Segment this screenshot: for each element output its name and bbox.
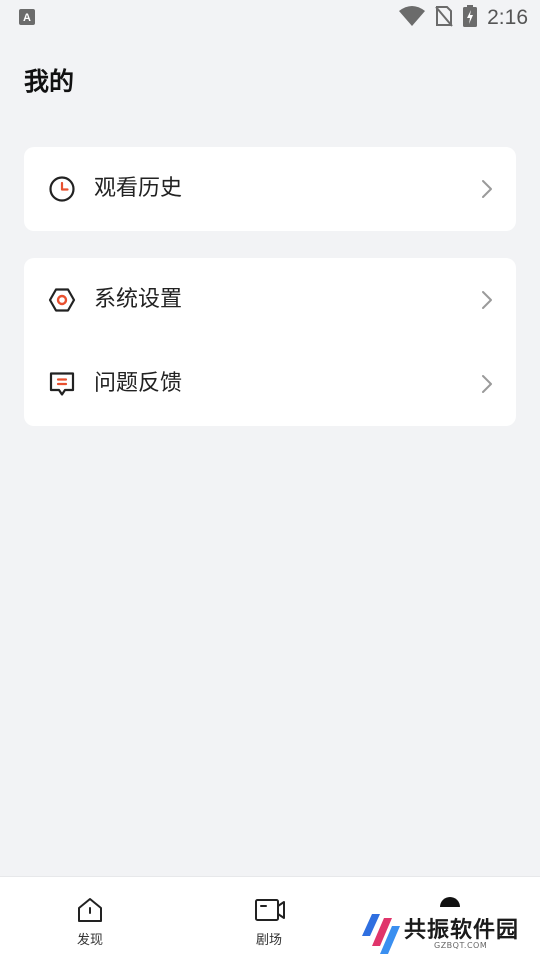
watermark-title: 共振软件园 [404,918,520,943]
svg-text:A: A [23,12,31,24]
clock-icon [48,175,76,203]
hexagon-settings-icon [48,286,76,314]
tab-label: 剧场 [255,933,282,948]
menu-item-history[interactable]: 观看历史 [24,147,516,231]
wifi-icon [399,6,426,30]
video-camera-icon [254,895,285,925]
menu-item-settings[interactable]: 系统设置 [24,258,516,342]
battery-charging-icon [463,5,478,31]
menu-item-feedback[interactable]: 问题反馈 [24,342,516,426]
page-title: 我的 [24,67,75,96]
message-feedback-icon [48,370,76,398]
watermark-subtitle: GZBQT.COM [434,941,488,950]
menu-item-label: 观看历史 [94,176,183,201]
home-icon [75,895,105,925]
tab-theater[interactable]: 剧场 [219,877,319,960]
screen: A 2:16 我的 观看历史 系统设置 问题反馈 发现 剧场 共振软件园 GZB… [0,0,540,960]
status-time: 2:16 [487,6,528,29]
history-card: 观看历史 [24,147,516,231]
chevron-right-icon [480,177,494,201]
menu-item-label: 问题反馈 [94,371,183,396]
chevron-right-icon [480,288,494,312]
text-a-notification-icon: A [19,9,35,25]
status-icons: 2:16 [399,5,528,31]
no-sim-icon [435,5,453,31]
watermark-mark-icon [362,912,402,956]
status-bar: A 2:16 [0,0,540,36]
tab-label: 发现 [76,933,103,948]
settings-card: 系统设置 问题反馈 [24,258,516,426]
menu-item-label: 系统设置 [94,287,183,312]
watermark-logo: 共振软件园 GZBQT.COM [362,910,532,958]
tab-discover[interactable]: 发现 [40,877,140,960]
chevron-right-icon [480,372,494,396]
